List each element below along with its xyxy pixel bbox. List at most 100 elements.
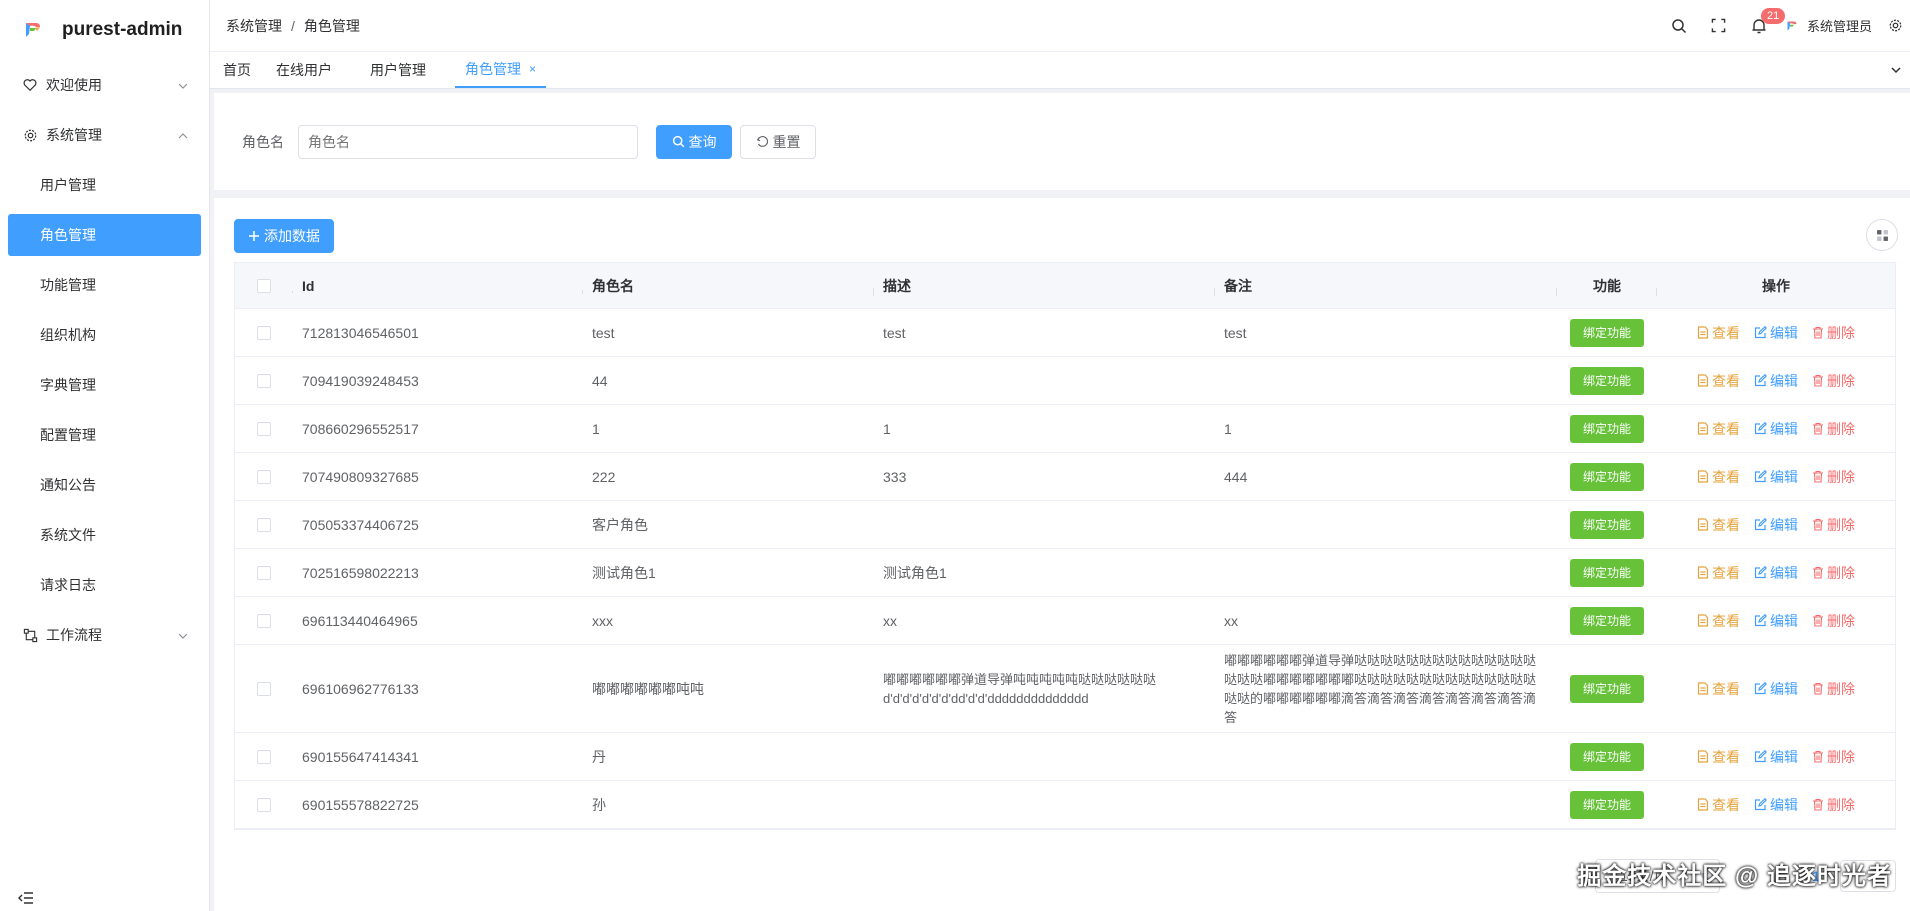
bind-function-button[interactable]: 绑定功能: [1569, 318, 1644, 347]
view-button[interactable]: 查看: [1697, 795, 1740, 815]
cell-id: 696113440464965: [302, 612, 418, 629]
tab-online-users[interactable]: 在线用户: [264, 52, 345, 88]
bind-function-button[interactable]: 绑定功能: [1569, 510, 1644, 539]
edit-button[interactable]: 编辑: [1754, 563, 1798, 583]
bind-function-button[interactable]: 绑定功能: [1569, 366, 1644, 395]
fullscreen-icon[interactable]: [1699, 0, 1739, 52]
delete-button[interactable]: 删除: [1812, 467, 1855, 487]
select-all-checkbox[interactable]: [257, 278, 271, 293]
delete-button[interactable]: 删除: [1812, 611, 1855, 631]
sidebar-item-notices[interactable]: 通知公告: [0, 460, 209, 510]
bind-function-button[interactable]: 绑定功能: [1569, 742, 1644, 771]
view-button[interactable]: 查看: [1697, 467, 1740, 487]
edit-button[interactable]: 编辑: [1754, 323, 1798, 343]
row-checkbox[interactable]: [257, 681, 271, 696]
row-checkbox[interactable]: [257, 325, 271, 340]
sidebar-item-dictionary[interactable]: 字典管理: [0, 360, 209, 410]
cell-remark: xx: [1224, 612, 1238, 629]
logo[interactable]: purest-admin: [0, 0, 209, 60]
sidebar-item-organization[interactable]: 组织机构: [0, 310, 209, 360]
edit-button[interactable]: 编辑: [1754, 611, 1798, 631]
delete-label: 删除: [1827, 420, 1855, 437]
bind-function-button[interactable]: 绑定功能: [1569, 606, 1644, 635]
row-checkbox[interactable]: [257, 749, 271, 764]
table-row: 696113440464965 xxx xx xx 绑定功能 查看 编辑 删除: [235, 597, 1895, 645]
table-row: 707490809327685 222 333 444 绑定功能 查看 编辑 删除: [235, 453, 1895, 501]
user-menu[interactable]: 系统管理员: [1785, 16, 1872, 35]
sidebar-item-files[interactable]: 系统文件: [0, 510, 209, 560]
edit-icon: [1754, 798, 1767, 811]
bind-function-button[interactable]: 绑定功能: [1569, 462, 1644, 491]
breadcrumb-item[interactable]: 系统管理: [226, 16, 282, 36]
menu-group-workflow[interactable]: 工作流程: [0, 610, 209, 660]
delete-button[interactable]: 删除: [1812, 563, 1855, 583]
row-checkbox[interactable]: [257, 613, 271, 628]
logo-icon: [22, 19, 44, 41]
sidebar-item-functions[interactable]: 功能管理: [0, 260, 209, 310]
bind-function-button[interactable]: 绑定功能: [1569, 558, 1644, 587]
column-settings-icon[interactable]: [1866, 219, 1898, 251]
edit-button[interactable]: 编辑: [1754, 795, 1798, 815]
delete-button[interactable]: 删除: [1812, 679, 1855, 699]
view-button[interactable]: 查看: [1697, 515, 1740, 535]
view-button[interactable]: 查看: [1697, 679, 1740, 699]
delete-label: 删除: [1827, 680, 1855, 697]
delete-button[interactable]: 删除: [1812, 747, 1855, 767]
sidebar-item-label: 用户管理: [40, 177, 96, 193]
sidebar-item-roles[interactable]: 角色管理: [8, 214, 201, 256]
view-button[interactable]: 查看: [1697, 419, 1740, 439]
sidebar-item-request-logs[interactable]: 请求日志: [0, 560, 209, 610]
delete-button[interactable]: 删除: [1812, 323, 1855, 343]
edit-icon: [1754, 518, 1767, 531]
column-header-id: Id: [293, 278, 583, 294]
bell-icon[interactable]: 21: [1739, 0, 1786, 52]
settings-gear-icon[interactable]: [1880, 0, 1910, 52]
bind-function-button[interactable]: 绑定功能: [1569, 414, 1644, 443]
edit-button[interactable]: 编辑: [1754, 419, 1798, 439]
delete-button[interactable]: 删除: [1812, 795, 1855, 815]
row-checkbox[interactable]: [257, 797, 271, 812]
view-button[interactable]: 查看: [1697, 323, 1740, 343]
tab-role-management[interactable]: 角色管理 ×: [455, 52, 547, 88]
cell-actions: 查看 编辑 删除: [1657, 563, 1895, 583]
edit-button[interactable]: 编辑: [1754, 467, 1798, 487]
bind-function-button[interactable]: 绑定功能: [1569, 790, 1644, 819]
breadcrumb-item: 角色管理: [303, 17, 360, 34]
delete-button[interactable]: 删除: [1812, 371, 1855, 391]
add-data-button[interactable]: 添加数据: [234, 219, 334, 253]
bind-function-button[interactable]: 绑定功能: [1569, 674, 1644, 703]
tab-user-management[interactable]: 用户管理: [345, 52, 441, 88]
search-button[interactable]: 查询: [656, 124, 732, 159]
row-checkbox[interactable]: [257, 373, 271, 388]
row-checkbox[interactable]: [257, 421, 271, 436]
view-button[interactable]: 查看: [1697, 371, 1740, 391]
row-select-cell: [235, 565, 293, 580]
menu-group-system[interactable]: 系统管理: [0, 110, 209, 160]
delete-button[interactable]: 删除: [1812, 515, 1855, 535]
edit-button[interactable]: 编辑: [1754, 515, 1798, 535]
edit-button[interactable]: 编辑: [1754, 371, 1798, 391]
notification-badge: 21: [1760, 7, 1786, 24]
row-checkbox[interactable]: [257, 565, 271, 580]
edit-button[interactable]: 编辑: [1754, 747, 1798, 767]
trash-icon: [1812, 374, 1824, 387]
collapse-menu-icon[interactable]: [18, 891, 34, 905]
role-name-input[interactable]: [298, 124, 638, 159]
delete-button[interactable]: 删除: [1812, 419, 1855, 439]
close-icon[interactable]: ×: [529, 62, 536, 76]
sidebar-item-users[interactable]: 用户管理: [0, 160, 209, 210]
row-checkbox[interactable]: [257, 517, 271, 532]
row-checkbox[interactable]: [257, 469, 271, 484]
edit-button[interactable]: 编辑: [1754, 679, 1798, 699]
tabs-dropdown-icon[interactable]: [1882, 52, 1910, 88]
tab-home[interactable]: 首页: [210, 52, 264, 88]
view-button[interactable]: 查看: [1697, 563, 1740, 583]
cell-actions: 查看 编辑 删除: [1657, 679, 1895, 699]
search-icon[interactable]: [1659, 0, 1699, 52]
sidebar-item-config[interactable]: 配置管理: [0, 410, 209, 460]
view-button[interactable]: 查看: [1697, 747, 1740, 767]
menu-group-welcome[interactable]: 欢迎使用: [0, 60, 209, 110]
column-header-actions: 操作: [1762, 277, 1790, 294]
reset-button[interactable]: 重置: [740, 124, 816, 159]
view-button[interactable]: 查看: [1697, 611, 1740, 631]
